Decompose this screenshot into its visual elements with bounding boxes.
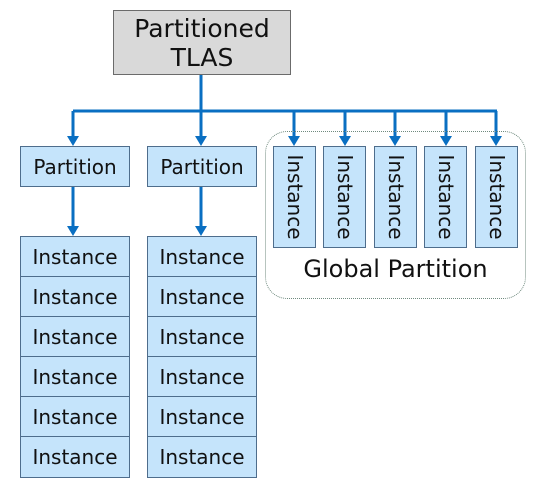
instance-label: Instance bbox=[282, 154, 307, 240]
instance-node: Instance bbox=[21, 397, 129, 437]
instance-label: Instance bbox=[484, 154, 509, 240]
instance-node: Instance bbox=[159, 445, 245, 469]
partitioned-tlas-node: Partitioned TLAS bbox=[113, 10, 291, 75]
tlas-label-line2: TLAS bbox=[170, 42, 234, 72]
instance-label: Instance bbox=[433, 154, 458, 240]
instance-label: Instance bbox=[383, 154, 408, 240]
instance-node: Instance bbox=[32, 445, 118, 469]
instance-node: Instance bbox=[148, 277, 256, 317]
global-partition-label: Global Partition bbox=[303, 255, 488, 283]
instance-node: Instance bbox=[148, 317, 256, 357]
global-instance-node: Instance bbox=[323, 146, 366, 248]
instance-node: Instance bbox=[148, 357, 256, 397]
arrowhead-icon bbox=[67, 226, 79, 236]
partition-1-instance-stack: Instance Instance Instance Instance Inst… bbox=[20, 236, 130, 478]
global-instance-node: Instance bbox=[475, 146, 518, 248]
tlas-label-line1: Partitioned bbox=[134, 13, 270, 43]
arrowhead-icon bbox=[195, 226, 207, 236]
partition-2-instance-stack: Instance Instance Instance Instance Inst… bbox=[147, 236, 257, 478]
arrowhead-icon bbox=[67, 136, 79, 146]
partition-label: Partition bbox=[160, 154, 244, 179]
instance-node: Instance bbox=[21, 237, 129, 277]
instance-node: Instance bbox=[148, 237, 256, 277]
global-instance-node: Instance bbox=[374, 146, 417, 248]
partition-label: Partition bbox=[33, 154, 117, 179]
instance-node: Instance bbox=[148, 397, 256, 437]
instance-label: Instance bbox=[332, 154, 357, 240]
partition-node-2: Partition bbox=[147, 146, 257, 187]
arrowhead-icon bbox=[195, 136, 207, 146]
global-instance-node: Instance bbox=[273, 146, 316, 248]
instance-node: Instance bbox=[21, 317, 129, 357]
partition-node-1: Partition bbox=[20, 146, 130, 187]
instance-node: Instance bbox=[21, 357, 129, 397]
instance-node: Instance bbox=[21, 277, 129, 317]
global-instance-node: Instance bbox=[424, 146, 467, 248]
